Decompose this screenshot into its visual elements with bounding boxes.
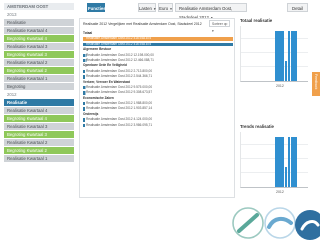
trends-chart: Trends realisatie 2012 (240, 124, 308, 194)
chart-bar (284, 61, 288, 81)
feedback-label: Feedback (314, 74, 318, 90)
sidebar-item[interactable]: Begroting Kwartaal 2 (4, 67, 74, 75)
chart-x-label: 2012 (276, 190, 284, 194)
total-chart: Totaal realisatie 2012 (240, 18, 308, 88)
chart-area (240, 132, 308, 188)
sidebar-item[interactable]: Realisatie Kwartaal 3 (4, 123, 74, 131)
sidebar-title: AMSTERDAM OOST (4, 3, 74, 11)
chart-bar (287, 136, 291, 187)
panel-title: Realisatie 2012 Vergelijken met Realisat… (83, 22, 202, 26)
sidebar: AMSTERDAM OOST 2013 Realisatie Realisatie … (4, 3, 74, 197)
sidebar-item[interactable]: Realisatie Kwartaal 4 (4, 27, 74, 35)
sidebar-item[interactable]: Begroting Kwartaal 3 (4, 51, 74, 59)
sort-label: Sorteer op (212, 22, 228, 26)
sidebar-year-heading: 2013 (4, 11, 74, 19)
sidebar-item[interactable]: Realisatie Kwartaal 2 (4, 139, 74, 147)
chart-bar (281, 136, 284, 187)
lasten-label: Lasten (139, 6, 152, 11)
chart-bar (275, 30, 278, 81)
euro-label: Euro (159, 6, 169, 11)
euro-dropdown[interactable]: Euro ▾ (158, 3, 173, 12)
chart-area (240, 26, 308, 82)
chart-bar (281, 30, 284, 81)
sidebar-item[interactable]: Begroting Kwartaal 2 (4, 147, 74, 155)
sidebar-item[interactable]: Realisatie Kwartaal 1 (4, 75, 74, 83)
partner-logos (232, 207, 320, 240)
chart-bar (275, 136, 278, 187)
chart-bar (291, 30, 294, 81)
detail-button[interactable]: Detail (287, 3, 308, 12)
sidebar-item[interactable]: Begroting Kwartaal 3 (4, 131, 74, 139)
toolbar: Functies Lasten ▾ Euro ▾ Realisatie Amster… (87, 3, 308, 20)
sidebar-item[interactable]: Begroting Kwartaal 4 (4, 35, 74, 43)
lasten-dropdown[interactable]: Lasten ▾ (138, 3, 156, 12)
chart-bar (291, 136, 294, 187)
functies-button[interactable]: Functies (87, 3, 106, 12)
chart-bar (287, 30, 291, 81)
comparison-panel: Realisatie 2012 Vergelijken met Realisat… (79, 18, 235, 198)
sidebar-item[interactable]: Realisatie Kwartaal 2 (4, 59, 74, 67)
feedback-tab[interactable]: Feedback (312, 72, 320, 96)
chart-bar (294, 136, 297, 187)
logo-badge-icon (232, 207, 264, 239)
logo-circle-icon (295, 210, 320, 240)
chart-bar (284, 167, 288, 187)
sidebar-item[interactable]: Realisatie Kwartaal 1 (4, 155, 74, 163)
chart-bar (294, 30, 297, 81)
sidebar-item[interactable]: Begroting Kwartaal 4 (4, 115, 74, 123)
sidebar-item[interactable]: Realisatie Kwartaal 3 (4, 43, 74, 51)
chart-bar (278, 30, 281, 81)
detail-label: Detail (292, 6, 303, 11)
sidebar-item[interactable]: Realisatie (4, 99, 74, 107)
functies-label: Functies (88, 6, 106, 11)
sort-dropdown[interactable]: Sorteer op ▾ (209, 20, 230, 33)
sidebar-item[interactable]: Realisatie Kwartaal 4 (4, 107, 74, 115)
selection-dropdown[interactable]: Realisatie Amsterdam Oost, Stadsdeel 201… (175, 3, 247, 20)
sidebar-item[interactable]: Begroting (4, 83, 74, 91)
sidebar-list: 2013 Realisatie Realisatie Kwartaal 4 Begro… (4, 11, 74, 163)
logo-wave-icon (264, 207, 296, 239)
sidebar-item[interactable]: Realisatie (4, 19, 74, 27)
chart-bar (278, 136, 281, 187)
table-row[interactable]: Realisatie Amsterdam Oost 2012 3.986.095… (83, 122, 233, 129)
sidebar-year-heading: 2012 (4, 91, 74, 99)
chart-title: Trends realisatie (240, 124, 274, 129)
comparison-table: Totaal Realisatie Amsterdam Oost 2012 416… (83, 31, 233, 129)
chevron-down-icon: ▾ (170, 7, 172, 11)
chart-title: Totaal realisatie (240, 18, 273, 23)
row-label: Realisatie Amsterdam Oost 2012 3.986.095… (85, 122, 154, 129)
chevron-down-icon: ▾ (153, 7, 156, 11)
chart-x-label: 2012 (276, 84, 284, 88)
